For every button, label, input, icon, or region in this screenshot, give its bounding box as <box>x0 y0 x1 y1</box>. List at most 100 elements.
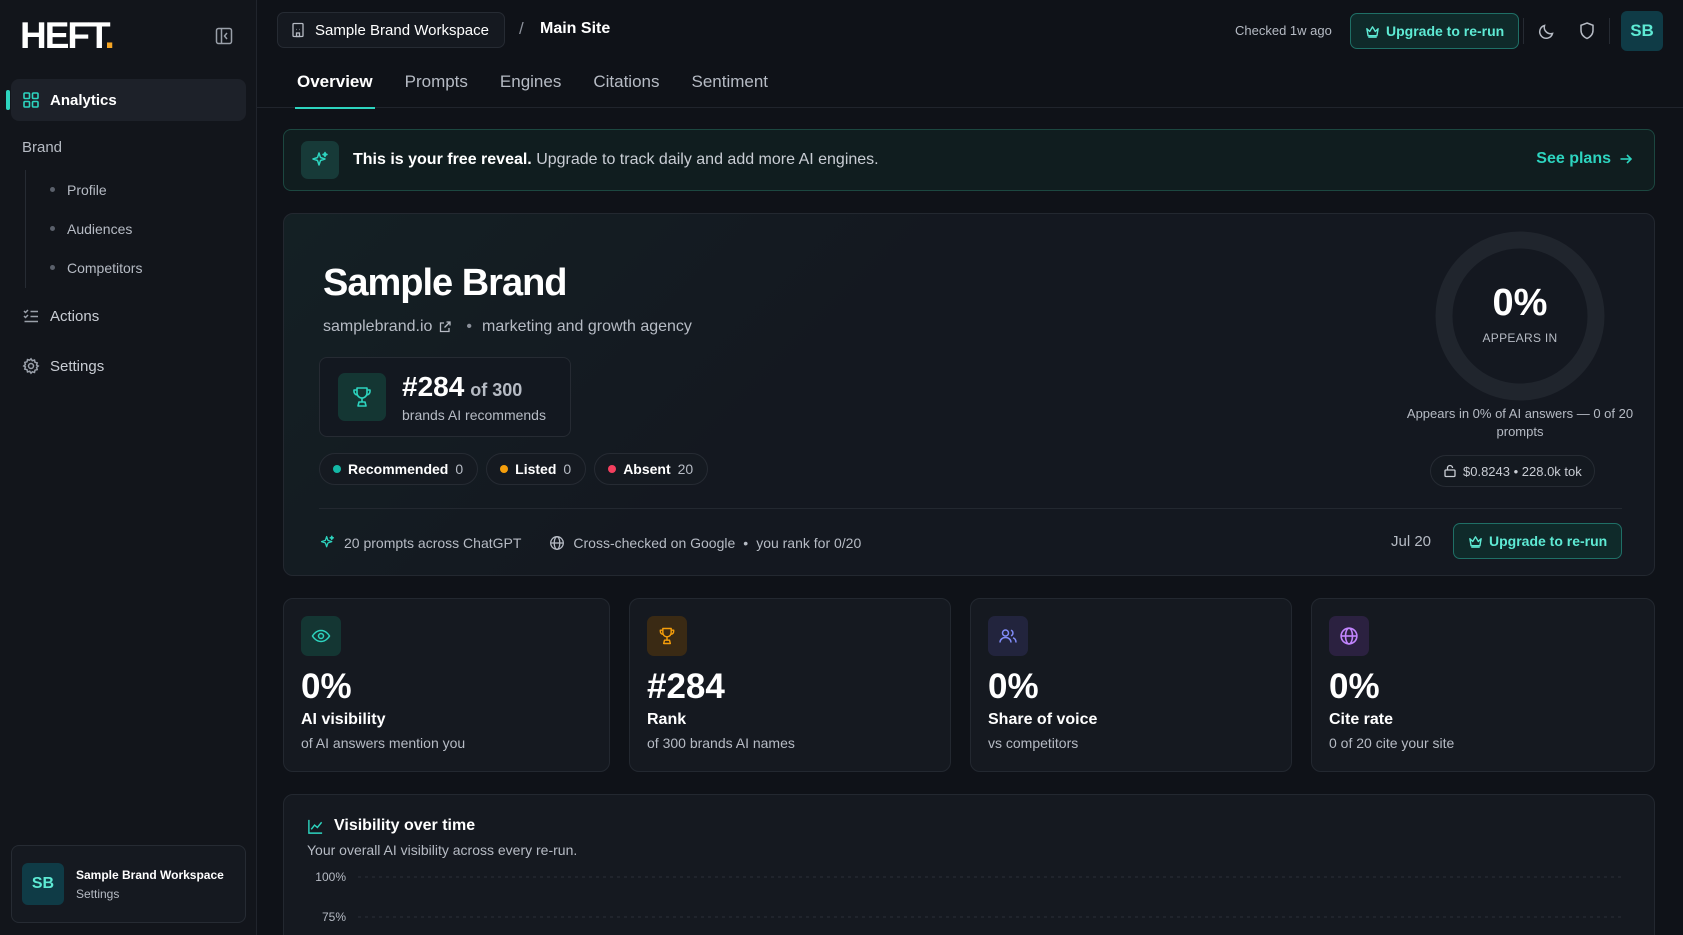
status-pills: Recommended 0 Listed 0 Absent 20 <box>319 453 709 485</box>
workspace-switcher[interactable]: SB Sample Brand Workspace Settings <box>11 845 246 923</box>
rank-caption: brands AI recommends <box>402 407 546 423</box>
upgrade-rerun-button[interactable]: Upgrade to re-run <box>1350 13 1520 49</box>
brand-subnav: Profile Audiences Competitors <box>25 170 225 288</box>
crown-icon <box>1365 24 1386 39</box>
stat-label: Cite rate <box>1329 711 1394 728</box>
tab-citations[interactable]: Citations <box>593 72 659 108</box>
pill-absent[interactable]: Absent 20 <box>594 453 709 485</box>
pill-value: 0 <box>455 461 464 477</box>
sidebar-item-audiences[interactable]: Audiences <box>26 209 225 248</box>
sidebar-item-analytics[interactable]: Analytics <box>6 79 246 121</box>
cost-text: $0.8243 • 228.0k tok <box>1463 463 1582 479</box>
sparkle-icon <box>319 534 344 551</box>
bullet <box>50 265 55 270</box>
visibility-chart-card: Visibility over time Your overall AI vis… <box>283 794 1655 935</box>
meta-bullet: • <box>466 318 473 335</box>
stat-label: Share of voice <box>988 711 1098 728</box>
last-checked-text: Checked 1w ago <box>1235 23 1332 38</box>
tab-engines[interactable]: Engines <box>500 72 561 108</box>
trophy-icon <box>647 616 687 656</box>
breadcrumb-site[interactable]: Main Site <box>540 20 610 38</box>
workspace-sub: Settings <box>76 886 120 901</box>
pill-listed[interactable]: Listed 0 <box>486 453 587 485</box>
checklist-icon <box>22 307 40 325</box>
sidebar-item-label: Profile <box>67 181 107 198</box>
tab-bar: Overview Prompts Engines Citations Senti… <box>295 72 768 109</box>
stat-card-ai-visibility[interactable]: 0% AI visibility of AI answers mention y… <box>283 598 610 772</box>
stat-value: 0% <box>301 667 352 706</box>
stat-card-rank[interactable]: #284 Rank of 300 brands AI names <box>629 598 951 772</box>
stat-caption: 0 of 20 cite your site <box>1329 735 1455 751</box>
bullet <box>50 226 55 231</box>
tab-prompts[interactable]: Prompts <box>405 72 468 108</box>
status-dot <box>608 465 617 473</box>
gear-icon <box>22 357 40 375</box>
stat-label: Rank <box>647 711 687 728</box>
visibility-chart: 100% 75% <box>315 870 1624 924</box>
moon-icon[interactable] <box>1537 21 1557 41</box>
tab-overview[interactable]: Overview <box>295 72 375 109</box>
sidebar-item-label: Actions <box>50 307 100 325</box>
appears-in-value: 0% <box>1492 282 1548 324</box>
trophy-icon <box>338 373 386 421</box>
brand-domain-link[interactable]: samplebrand.io <box>323 318 432 336</box>
pill-label: Recommended <box>348 461 449 477</box>
logo[interactable]: HEFT. <box>20 15 115 57</box>
sidebar-item-settings[interactable]: Settings <box>11 346 246 386</box>
brand-summary-card: Sample Brand samplebrand.io • marketing … <box>283 213 1655 576</box>
sidebar: HEFT. Analytics Brand Profile Audiences … <box>0 0 257 935</box>
see-plans-link[interactable]: See plans <box>1536 150 1634 168</box>
external-link-icon[interactable] <box>438 320 452 334</box>
rank-total: of 300 <box>470 380 523 400</box>
sidebar-item-actions[interactable]: Actions <box>11 296 246 336</box>
pill-label: Listed <box>515 461 557 477</box>
appears-in-label: APPEARS IN <box>1482 331 1558 345</box>
cost-badge: $0.8243 • 228.0k tok <box>1430 455 1595 487</box>
chart-subtitle: Your overall AI visibility across every … <box>307 842 578 858</box>
cross-check-text: Cross-checked on Google <box>573 534 736 551</box>
stat-caption: of AI answers mention you <box>301 735 466 751</box>
crown-icon <box>1468 534 1489 549</box>
active-indicator <box>6 90 10 110</box>
chart-title: Visibility over time <box>334 817 476 834</box>
pill-recommended[interactable]: Recommended 0 <box>319 453 479 485</box>
status-dot <box>333 465 341 473</box>
stat-value: #284 <box>647 667 725 706</box>
top-header: Sample Brand Workspace / Main Site Check… <box>257 0 1683 109</box>
collapse-sidebar-icon[interactable] <box>214 26 234 46</box>
shield-icon[interactable] <box>1577 21 1597 41</box>
pill-value: 20 <box>677 461 694 477</box>
free-reveal-banner: This is your free reveal. Upgrade to tra… <box>283 129 1655 191</box>
workspace-breadcrumb-button[interactable]: Sample Brand Workspace <box>277 12 505 48</box>
banner-body: Upgrade to track daily and add more AI e… <box>531 151 879 168</box>
rank-for-text: you rank for 0/20 <box>756 534 862 551</box>
stat-card-cite-rate[interactable]: 0% Cite rate 0 of 20 cite your site <box>1311 598 1655 772</box>
line-chart-icon <box>307 818 334 835</box>
run-date: Jul 20 <box>1391 533 1432 550</box>
arrow-right-icon <box>1611 151 1634 167</box>
chart-title-row: Visibility over time <box>307 817 475 835</box>
pill-value: 0 <box>563 461 572 477</box>
tab-sentiment[interactable]: Sentiment <box>691 72 768 108</box>
stat-value: 0% <box>988 667 1039 706</box>
lock-icon <box>1443 464 1463 478</box>
sidebar-item-label: Competitors <box>67 259 143 276</box>
sparkle-icon <box>301 141 339 179</box>
avatar[interactable]: SB <box>1621 11 1663 51</box>
stat-card-share-of-voice[interactable]: 0% Share of voice vs competitors <box>970 598 1292 772</box>
avatar: SB <box>22 863 64 905</box>
rank-value: #284 <box>402 371 465 402</box>
brand-name: Sample Brand <box>323 262 568 304</box>
brand-category: marketing and growth agency <box>482 318 692 335</box>
upgrade-rerun-button[interactable]: Upgrade to re-run <box>1453 523 1623 559</box>
prompts-count-text: 20 prompts across ChatGPT <box>344 534 522 551</box>
grid-icon <box>22 91 40 109</box>
sidebar-item-profile[interactable]: Profile <box>26 170 225 209</box>
sidebar-group-brand[interactable]: Brand <box>22 139 62 156</box>
building-icon <box>290 22 306 38</box>
sidebar-item-competitors[interactable]: Competitors <box>26 248 225 287</box>
sidebar-item-label: Audiences <box>67 220 133 237</box>
appears-in-description: Appears in 0% of AI answers — 0 of 20 pr… <box>1406 406 1634 439</box>
sidebar-item-label: Settings <box>50 357 105 375</box>
breadcrumb-separator: / <box>519 19 524 38</box>
